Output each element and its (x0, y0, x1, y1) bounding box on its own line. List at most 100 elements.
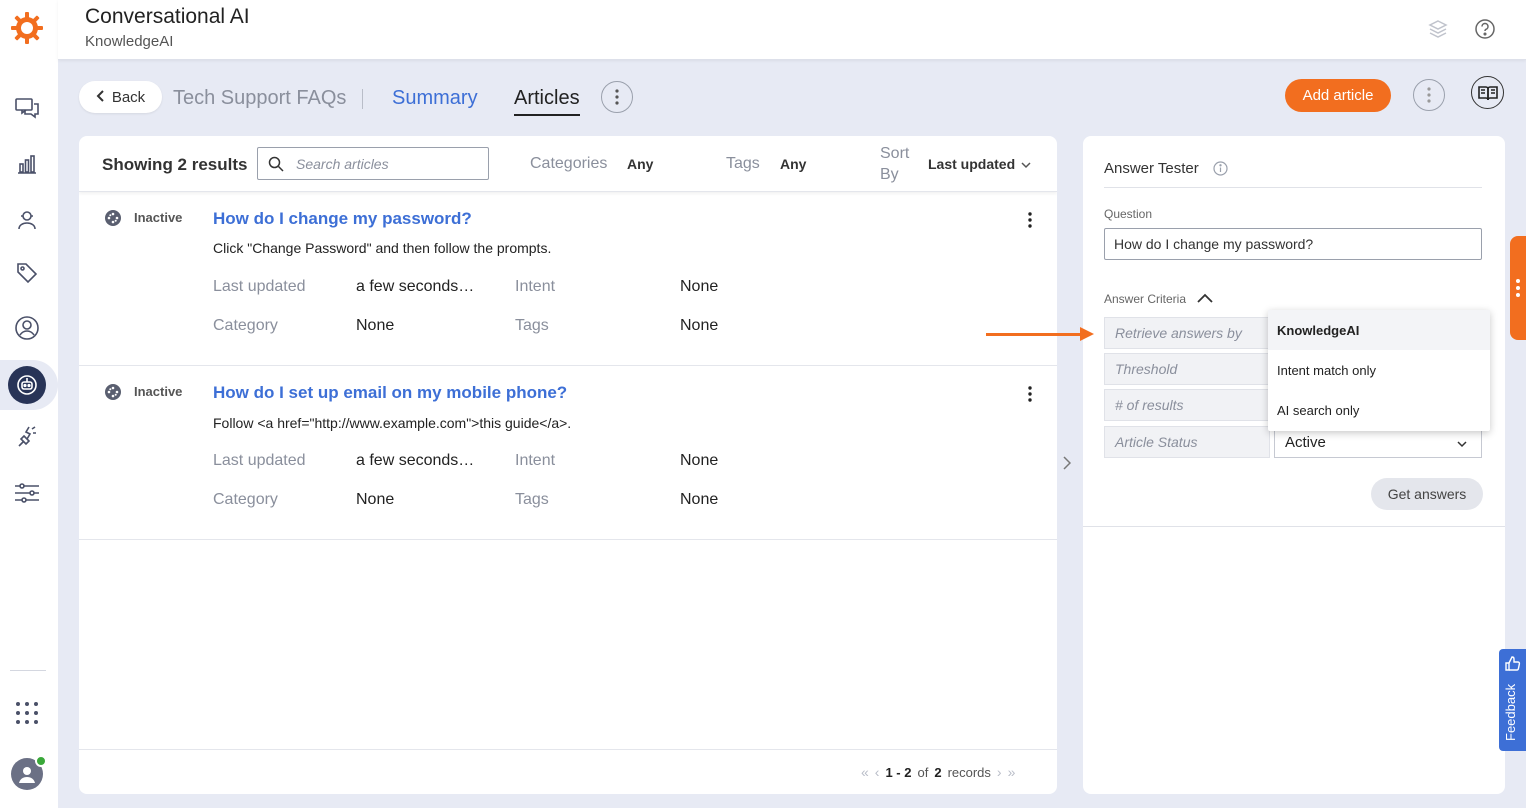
agents-icon[interactable] (11, 204, 43, 236)
tags-filter-label: Tags (726, 155, 760, 172)
top-header: Conversational AI KnowledgeAI (58, 0, 1526, 60)
search-input[interactable] (296, 155, 476, 172)
tags-label: Tags (515, 317, 549, 334)
articles-panel: Showing 2 results Categories Any Tags An… (79, 136, 1057, 794)
rail-divider (10, 670, 46, 671)
intent-value: None (680, 452, 719, 469)
kebab-icon (1028, 386, 1032, 402)
results-count-label: # of results (1104, 389, 1270, 421)
chevron-up-icon[interactable] (1197, 290, 1213, 308)
tags-label: Tags (515, 491, 549, 508)
article-title[interactable]: How do I set up email on my mobile phone… (213, 383, 567, 403)
question-label: Question (1104, 207, 1153, 221)
chevron-down-icon[interactable] (1021, 156, 1031, 174)
inactive-status-icon (105, 210, 121, 226)
next-page-icon[interactable]: › (997, 764, 1002, 780)
chevron-down-icon (1457, 435, 1467, 452)
sort-by-value[interactable]: Last updated (928, 156, 1015, 172)
kb-more-options-button[interactable] (601, 81, 633, 113)
tags-icon[interactable] (11, 257, 43, 289)
answer-criteria-label: Answer Criteria (1104, 292, 1187, 306)
intent-value: None (680, 278, 719, 295)
article-status: Inactive (134, 384, 183, 399)
integrations-icon[interactable] (11, 421, 43, 453)
help-icon[interactable] (1472, 16, 1498, 42)
analytics-icon[interactable] (11, 148, 43, 180)
kebab-icon (1028, 212, 1032, 228)
article-row[interactable]: Inactive How do I set up email on my mob… (79, 366, 1057, 540)
page-more-options-button[interactable] (1413, 79, 1445, 111)
article-status: Inactive (134, 210, 183, 225)
search-box[interactable] (257, 147, 489, 180)
user-icon[interactable] (11, 312, 43, 344)
article-body: Click "Change Password" and then follow … (213, 240, 552, 256)
page-records-label: records (947, 764, 991, 780)
intent-label: Intent (515, 278, 556, 295)
tags-value: None (680, 317, 719, 334)
logo-icon[interactable] (9, 10, 45, 46)
results-count: Showing 2 results (102, 155, 248, 174)
answer-tester-panel: Answer Tester Question Answer Criteria R… (1083, 136, 1505, 794)
conversations-icon[interactable] (11, 92, 43, 124)
back-button[interactable]: Back (79, 81, 162, 113)
article-status-label: Article Status (1104, 426, 1270, 458)
last-page-icon[interactable]: » (1008, 764, 1016, 780)
last-updated-value: a few seconds… (356, 452, 475, 469)
annotation-arrow-shaft (986, 333, 1082, 336)
tab-separator (362, 89, 363, 109)
apps-grid-icon[interactable] (11, 697, 43, 729)
app-title: Conversational AI (85, 5, 250, 28)
bot-icon[interactable] (8, 366, 46, 404)
settings-sliders-icon[interactable] (11, 477, 43, 509)
category-label: Category (213, 491, 278, 508)
annotation-arrow-head (1080, 327, 1094, 341)
last-updated-label: Last updated (213, 452, 306, 469)
question-input[interactable] (1104, 228, 1482, 260)
tags-value: None (680, 491, 719, 508)
search-icon (268, 156, 284, 172)
knowledge-base-name: Tech Support FAQs (173, 87, 347, 109)
layers-icon[interactable] (1425, 16, 1451, 42)
article-title[interactable]: How do I change my password? (213, 209, 472, 229)
page-range: 1 - 2 (885, 764, 912, 780)
dropdown-option-knowledgeai[interactable]: KnowledgeAI (1268, 310, 1490, 350)
prev-page-icon[interactable]: ‹ (875, 764, 880, 780)
pagination: « ‹ 1 - 2 of 2 records › » (861, 764, 1015, 780)
categories-filter-label: Categories (530, 155, 608, 172)
categories-filter-value[interactable]: Any (627, 156, 653, 172)
pager-divider (79, 749, 1057, 750)
side-drawer-handle[interactable] (1510, 236, 1526, 340)
kebab-icon (615, 89, 619, 105)
info-icon[interactable] (1213, 161, 1228, 181)
page-of-label: of (917, 764, 929, 780)
sort-by-label: Sort By (880, 145, 910, 183)
get-answers-button[interactable]: Get answers (1371, 478, 1483, 510)
book-icon[interactable] (1471, 76, 1504, 109)
article-more-options[interactable] (1022, 212, 1038, 232)
feedback-tab[interactable]: Feedback (1499, 649, 1526, 751)
tab-articles[interactable]: Articles (514, 87, 580, 116)
answer-tester-divider (1104, 187, 1482, 188)
dropdown-option-ai-search-only[interactable]: AI search only (1268, 390, 1490, 430)
feedback-icon (1505, 656, 1521, 671)
last-updated-value: a few seconds… (356, 278, 475, 295)
first-page-icon[interactable]: « (861, 764, 869, 780)
article-row[interactable]: Inactive How do I change my password? Cl… (79, 192, 1057, 366)
article-more-options[interactable] (1022, 386, 1038, 406)
status-online-badge (35, 755, 47, 767)
app-subtitle: KnowledgeAI (85, 33, 174, 50)
add-article-button[interactable]: Add article (1285, 79, 1391, 112)
article-status-value: Active (1285, 433, 1326, 451)
category-label: Category (213, 317, 278, 334)
dropdown-option-intent-match-only[interactable]: Intent match only (1268, 350, 1490, 390)
last-updated-label: Last updated (213, 278, 306, 295)
answer-tester-bottom-divider (1083, 526, 1505, 527)
tab-summary[interactable]: Summary (392, 87, 478, 110)
chevron-right-icon[interactable] (1063, 456, 1072, 475)
chevron-left-icon (96, 89, 106, 105)
category-value: None (356, 317, 395, 334)
intent-label: Intent (515, 452, 556, 469)
feedback-label: Feedback (1503, 683, 1518, 741)
kebab-icon (1427, 87, 1431, 103)
tags-filter-value[interactable]: Any (780, 156, 806, 172)
